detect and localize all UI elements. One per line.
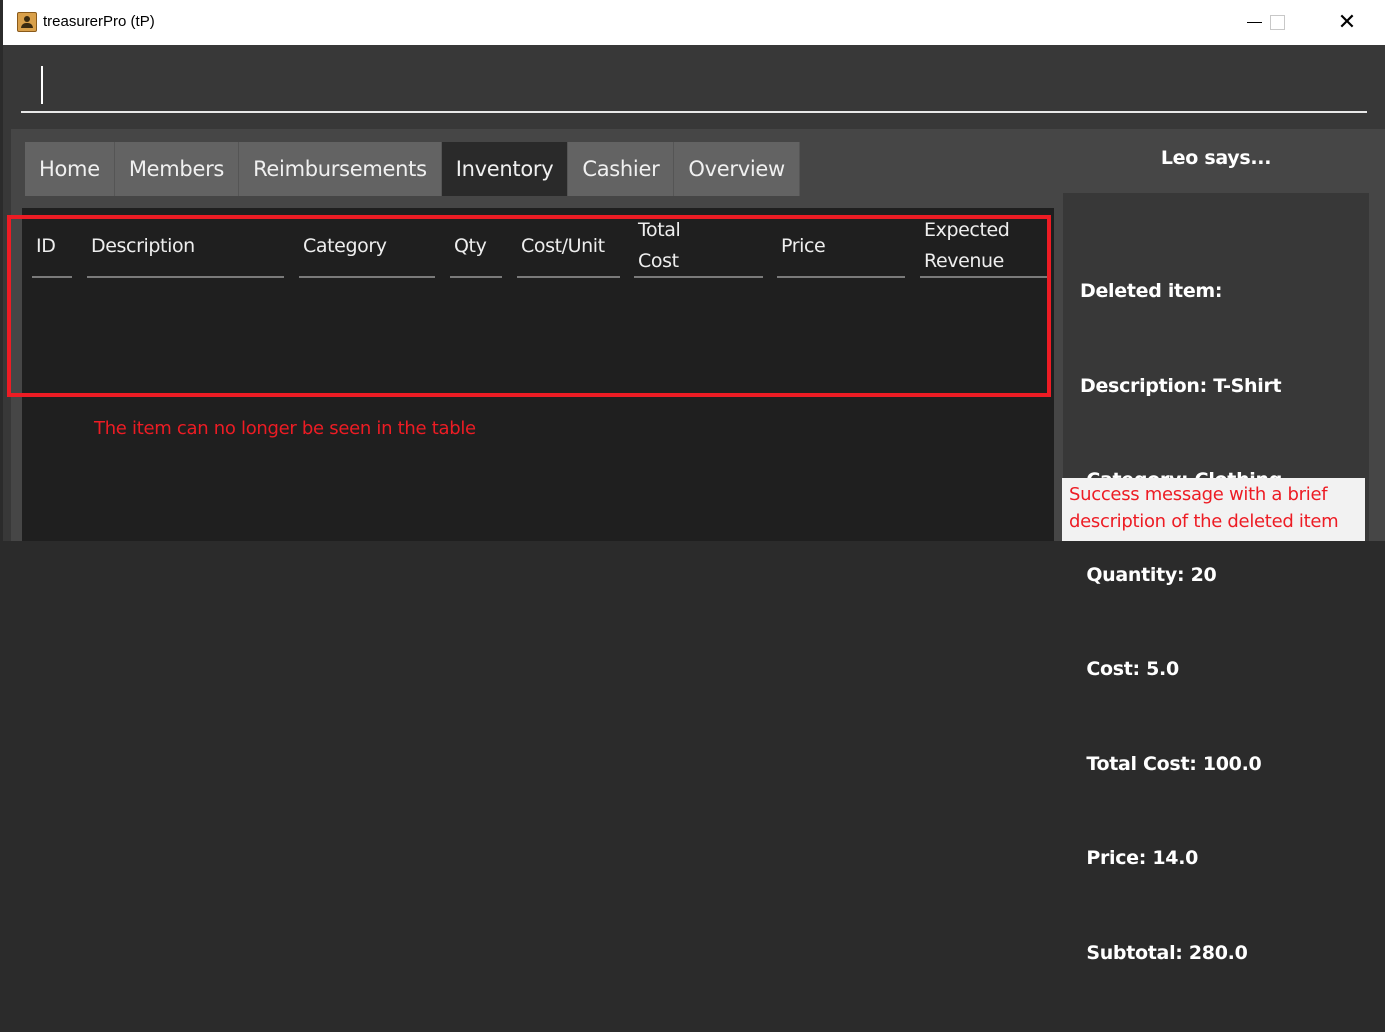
table-annotation-text: The item can no longer be seen in the ta… (94, 418, 476, 439)
result-line: Description: T-Shirt (1080, 374, 1282, 397)
column-header-total-cost[interactable]: Total Cost (634, 216, 763, 278)
maximize-button[interactable] (1254, 0, 1300, 45)
tab-members[interactable]: Members (114, 142, 240, 196)
result-line: Subtotal: 280.0 (1080, 941, 1248, 964)
result-message: Deleted item: Description: T-Shirt Categ… (1080, 213, 1282, 1032)
result-line: Deleted item: (1080, 280, 1223, 302)
maximize-icon (1269, 15, 1285, 30)
title-bar: treasurerPro (tP) ✕ (3, 0, 1385, 45)
tab-home[interactable]: Home (25, 142, 115, 196)
command-input[interactable] (21, 55, 1367, 113)
result-annotation-text: Success message with a brief description… (1062, 478, 1365, 541)
inventory-table: ID Description Category Qty Cost/Unit To… (22, 208, 1054, 541)
column-header-qty[interactable]: Qty (450, 216, 502, 278)
column-header-cost-unit[interactable]: Cost/Unit (517, 216, 620, 278)
column-header-expected-revenue[interactable]: Expected Revenue (920, 216, 1047, 278)
expected-revenue-label: Expected Revenue (924, 219, 1010, 272)
app-window: treasurerPro (tP) ✕ Home Members Reimbur… (3, 0, 1385, 964)
tab-bar: Home Members Reimbursements Inventory Ca… (25, 142, 800, 196)
tab-reimbursements[interactable]: Reimbursements (239, 142, 442, 196)
column-header-id[interactable]: ID (32, 216, 72, 278)
tab-inventory[interactable]: Inventory (441, 142, 569, 196)
column-header-description[interactable]: Description (87, 216, 284, 278)
result-line: Total Cost: 100.0 (1080, 752, 1262, 775)
total-cost-label: Total Cost (638, 219, 681, 272)
result-panel-title: Leo says... (1160, 147, 1272, 169)
result-line: Price: 14.0 (1080, 847, 1199, 869)
column-header-category[interactable]: Category (299, 216, 435, 278)
text-caret (41, 66, 43, 104)
close-icon: ✕ (1337, 10, 1357, 35)
tab-cashier[interactable]: Cashier (568, 142, 675, 196)
tab-overview[interactable]: Overview (674, 142, 800, 196)
window-title: treasurerPro (tP) (43, 13, 155, 30)
result-line: Cost: 5.0 (1080, 658, 1179, 680)
command-area (3, 45, 1385, 121)
close-button[interactable]: ✕ (1324, 0, 1370, 45)
column-header-price[interactable]: Price (777, 216, 905, 278)
result-line: Quantity: 20 (1080, 563, 1217, 586)
table-header: ID Description Category Qty Cost/Unit To… (22, 208, 1054, 283)
address-book-icon (17, 12, 37, 32)
